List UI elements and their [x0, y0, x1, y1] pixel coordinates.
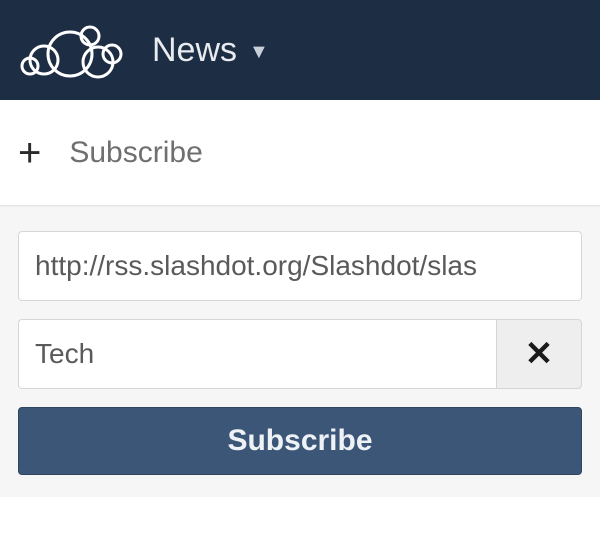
topbar: News ▼	[0, 0, 600, 100]
app-title: News	[152, 31, 237, 70]
feed-url-input[interactable]	[18, 231, 582, 301]
clear-folder-button[interactable]: ✕	[496, 319, 582, 389]
owncloud-logo[interactable]	[12, 12, 132, 88]
app-switcher[interactable]: News ▼	[152, 31, 269, 70]
content-area	[0, 497, 600, 549]
close-icon: ✕	[525, 337, 554, 371]
plus-icon: +	[18, 133, 41, 173]
folder-input[interactable]	[18, 319, 496, 389]
chevron-down-icon: ▼	[249, 41, 269, 64]
subscribe-toggle-row[interactable]: + Subscribe	[0, 100, 600, 206]
subscribe-row-label: Subscribe	[69, 136, 202, 170]
subscribe-form: ✕ Subscribe	[0, 206, 600, 497]
folder-row: ✕	[18, 319, 582, 389]
subscribe-button[interactable]: Subscribe	[18, 407, 582, 475]
